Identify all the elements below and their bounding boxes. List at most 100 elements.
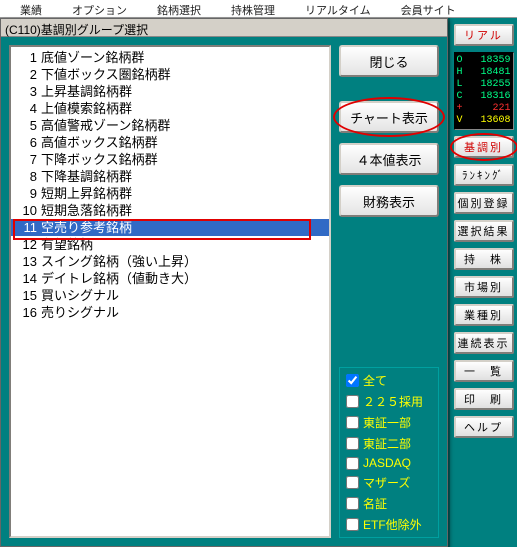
list-item-number: 7 <box>13 151 37 168</box>
list-item-number: 16 <box>13 304 37 321</box>
list-item-label: 買いシグナル <box>41 287 119 304</box>
filter-checkbox-label: ETF他除外 <box>363 516 422 533</box>
filter-checkbox-row[interactable]: JASDAQ <box>346 456 432 470</box>
list-item-number: 6 <box>13 134 37 151</box>
ticker-value: 18316 <box>480 91 510 103</box>
by-sector-button[interactable]: 業種別 <box>454 304 514 326</box>
filter-checkbox[interactable] <box>346 497 359 510</box>
menu-item[interactable]: 銘柄選択 <box>157 2 201 17</box>
filter-checkbox-label: ２２５採用 <box>363 393 423 410</box>
list-item-label: スイング銘柄（強い上昇） <box>41 253 197 270</box>
filter-checkbox-label: 東証二部 <box>363 435 411 452</box>
filter-checkbox-row[interactable]: ２２５採用 <box>346 393 432 410</box>
filter-checkbox[interactable] <box>346 395 359 408</box>
list-item-label: 売りシグナル <box>41 304 119 321</box>
chart-display-button[interactable]: チャート表示 <box>339 101 439 133</box>
filter-checkbox-label: 全て <box>363 372 387 389</box>
filter-checkbox[interactable] <box>346 476 359 489</box>
list-item-label: 上昇基調銘柄群 <box>41 83 132 100</box>
list-item[interactable]: 15買いシグナル <box>11 287 329 304</box>
close-button[interactable]: 閉じる <box>339 45 439 77</box>
filter-checkbox-label: 名証 <box>363 495 387 512</box>
real-button[interactable]: リアル <box>454 24 514 46</box>
list-item[interactable]: 8下降基調銘柄群 <box>11 168 329 185</box>
ranking-button[interactable]: ﾗﾝｷﾝｸﾞ <box>454 164 514 186</box>
menu-item[interactable]: 会員サイト <box>401 2 456 17</box>
filter-checkbox-label: マザーズ <box>363 474 410 491</box>
list-item[interactable]: 6高値ボックス銘柄群 <box>11 134 329 151</box>
help-button[interactable]: ヘルプ <box>454 416 514 438</box>
ticker-row: H18481 <box>457 67 511 79</box>
list-item[interactable]: 5高値警戒ゾーン銘柄群 <box>11 117 329 134</box>
list-item[interactable]: 4上値模索銘柄群 <box>11 100 329 117</box>
list-item-label: 上値模索銘柄群 <box>41 100 132 117</box>
fourvalue-display-button[interactable]: ４本値表示 <box>339 143 439 175</box>
continuous-display-button[interactable]: 連続表示 <box>454 332 514 354</box>
list-item-number: 5 <box>13 117 37 134</box>
ticker-key: H <box>457 67 463 79</box>
list-item-number: 10 <box>13 202 37 219</box>
ticker-row: +221 <box>457 103 511 115</box>
menu-item[interactable]: オプション <box>72 2 127 17</box>
dialog-title: (C110)基調別グループ選択 <box>1 19 447 37</box>
list-item-label: 下降ボックス銘柄群 <box>41 151 158 168</box>
filter-checkbox[interactable] <box>346 374 359 387</box>
list-item-number: 8 <box>13 168 37 185</box>
market-filter-panel: 全て ２２５採用東証一部東証二部 JASDAQ マザーズ名証 ETF他除外 <box>339 367 439 538</box>
ticker-value: 221 <box>492 103 510 115</box>
select-result-button[interactable]: 選択結果 <box>454 220 514 242</box>
filter-checkbox-row[interactable]: 全て <box>346 372 432 389</box>
list-item-number: 4 <box>13 100 37 117</box>
list-item-number: 14 <box>13 270 37 287</box>
list-item[interactable]: 11空売り参考銘柄 <box>11 219 329 236</box>
filter-checkbox-row[interactable]: 東証一部 <box>346 414 432 431</box>
finance-display-button[interactable]: 財務表示 <box>339 185 439 217</box>
price-ticker: O18359H18481L18255C18316+221V13608 <box>454 52 514 130</box>
ticker-key: V <box>457 115 463 127</box>
holdings-button[interactable]: 持 株 <box>454 248 514 270</box>
group-listbox[interactable]: 1底値ゾーン銘柄群2下値ボックス圏銘柄群3上昇基調銘柄群4上値模索銘柄群5高値警… <box>9 45 331 538</box>
ticker-value: 18359 <box>480 55 510 67</box>
filter-checkbox[interactable] <box>346 437 359 450</box>
list-item[interactable]: 14デイトレ銘柄（値動き大） <box>11 270 329 287</box>
ticker-key: L <box>457 79 463 91</box>
side-panel: リアル O18359H18481L18255C18316+221V13608 基… <box>448 18 517 547</box>
list-item[interactable]: 12有望銘柄 <box>11 236 329 253</box>
filter-checkbox[interactable] <box>346 518 359 531</box>
filter-checkbox[interactable] <box>346 457 359 470</box>
ticker-value: 18255 <box>480 79 510 91</box>
filter-checkbox-label: 東証一部 <box>363 414 411 431</box>
list-item-number: 3 <box>13 83 37 100</box>
menu-item[interactable]: 持株管理 <box>231 2 275 17</box>
list-item-number: 11 <box>13 219 37 236</box>
list-item-label: デイトレ銘柄（値動き大） <box>41 270 197 287</box>
filter-checkbox-row[interactable]: マザーズ <box>346 474 432 491</box>
filter-checkbox-row[interactable]: ETF他除外 <box>346 516 432 533</box>
list-item-number: 15 <box>13 287 37 304</box>
filter-checkbox-row[interactable]: 名証 <box>346 495 432 512</box>
list-item-label: 高値ボックス銘柄群 <box>41 134 158 151</box>
menu-item[interactable]: リアルタイム <box>305 2 371 17</box>
list-item-number: 1 <box>13 49 37 66</box>
by-market-button[interactable]: 市場別 <box>454 276 514 298</box>
list-item-label: 空売り参考銘柄 <box>41 219 132 236</box>
menu-item[interactable]: 業績 <box>20 2 42 17</box>
ticker-row: L 18255 <box>457 79 511 91</box>
list-item[interactable]: 7下降ボックス銘柄群 <box>11 151 329 168</box>
list-item[interactable]: 3上昇基調銘柄群 <box>11 83 329 100</box>
list-button[interactable]: 一 覧 <box>454 360 514 382</box>
individual-register-button[interactable]: 個別登録 <box>454 192 514 214</box>
filter-checkbox[interactable] <box>346 416 359 429</box>
filter-checkbox-row[interactable]: 東証二部 <box>346 435 432 452</box>
list-item[interactable]: 2下値ボックス圏銘柄群 <box>11 66 329 83</box>
ticker-row: C18316 <box>457 91 511 103</box>
list-item[interactable]: 10短期急落銘柄群 <box>11 202 329 219</box>
list-item[interactable]: 9短期上昇銘柄群 <box>11 185 329 202</box>
list-item[interactable]: 13スイング銘柄（強い上昇） <box>11 253 329 270</box>
kityobetsu-button[interactable]: 基調別 <box>454 136 514 158</box>
list-item-label: 高値警戒ゾーン銘柄群 <box>41 117 170 134</box>
list-item[interactable]: 1底値ゾーン銘柄群 <box>11 49 329 66</box>
list-item-number: 13 <box>13 253 37 270</box>
print-button[interactable]: 印 刷 <box>454 388 514 410</box>
list-item[interactable]: 16売りシグナル <box>11 304 329 321</box>
